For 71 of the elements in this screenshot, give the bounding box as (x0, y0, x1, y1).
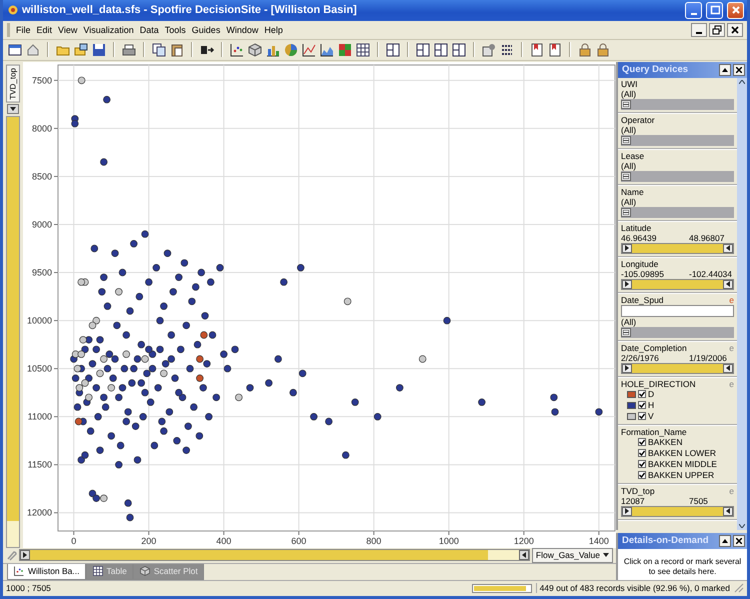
menu-item[interactable]: Guides (188, 24, 224, 35)
filter-marker: e (729, 294, 734, 305)
x-tick-label: 1200 (514, 536, 534, 546)
device-name: Longitude (621, 258, 658, 269)
filter-marker: e (729, 486, 734, 496)
option-label: BAKKEN UPPER (648, 470, 714, 480)
device-name: TVD_top (621, 486, 655, 496)
details-message: Click on a record or mark several to see details here. (622, 556, 742, 577)
x-axis-column-selector[interactable]: Flow_Gas_Value (532, 548, 613, 563)
device-name: UWI (621, 78, 638, 89)
y-tick-label: 10500 (26, 363, 52, 374)
device-value: (All) (621, 160, 638, 171)
range-max: 1/19/2006 (689, 352, 727, 363)
device-value: (All) (621, 316, 638, 327)
y-tick-label: 12000 (26, 508, 52, 518)
range-max: 48.96807 (689, 232, 724, 243)
x-tick-label: 0 (71, 536, 76, 546)
y-tick-label: 7500 (32, 75, 52, 86)
y-tick-label: 10000 (26, 315, 52, 326)
menu-item[interactable]: Data (136, 24, 162, 35)
x-tick-label: 200 (141, 536, 156, 546)
option-label: D (648, 389, 654, 400)
x-tick-label: 400 (216, 536, 232, 546)
menu-item[interactable]: View (55, 24, 80, 35)
cursor-coordinates: 1000 ; 7505 (6, 583, 52, 594)
y-tick-label: 11500 (28, 460, 52, 470)
y-axis-column-selector[interactable]: TVD_top (6, 64, 20, 102)
menu-item[interactable]: Tools (162, 24, 189, 35)
y-tick-label: 9500 (32, 267, 52, 278)
records-status: 449 out of 483 records visible (92.96 %), 0 marked (536, 583, 730, 594)
option-label: BAKKEN (648, 437, 682, 448)
range-max: 7505 (689, 496, 708, 506)
option-label: BAKKEN LOWER (648, 448, 716, 458)
option-label: V (648, 411, 654, 422)
device-value: (All) (621, 196, 638, 207)
device-name: Date_Completion (621, 342, 687, 353)
menu-item[interactable]: Help (261, 24, 286, 35)
panel-title: Details-on-Demand (622, 535, 710, 546)
filter-marker: e (729, 342, 734, 353)
device-name: Formation_Name (621, 426, 687, 437)
range-min: -105.09895 (621, 268, 666, 279)
x-tick-label: 600 (291, 536, 306, 546)
device-name: Lease (621, 150, 644, 161)
option-label: BAKKEN MIDDLE (648, 459, 717, 470)
y-tick-label: 9000 (32, 219, 52, 230)
y-tick-label: 11000 (28, 412, 52, 422)
menu-item[interactable]: File (13, 24, 34, 35)
menu-item[interactable]: Edit (34, 24, 56, 35)
filter-marker: e (729, 378, 734, 389)
y-tick-label: 8500 (32, 171, 52, 182)
x-tick-label: 800 (366, 536, 382, 546)
device-name: Date_Spud (621, 294, 664, 305)
x-tick-label: 1000 (438, 536, 459, 546)
range-min: 12087 (621, 496, 645, 506)
device-name: Operator (621, 114, 655, 125)
option-label: H (648, 400, 654, 410)
menu-item[interactable]: Visualization (80, 24, 137, 35)
device-name: HOLE_DIRECTION (621, 378, 696, 389)
device-value: (All) (621, 124, 636, 135)
panel-title: Query Devices (622, 64, 690, 76)
device-name: Latitude (621, 222, 652, 233)
device-value: (All) (621, 88, 638, 99)
range-min: 2/26/1976 (621, 352, 659, 363)
view-tab[interactable]: Williston Ba... (7, 564, 86, 580)
range-max: -102.44034 (689, 268, 732, 279)
x-tick-label: 1400 (588, 536, 609, 546)
device-name: Name (621, 186, 644, 197)
range-min: 46.96439 (621, 232, 658, 243)
window-title: williston_well_data.sfs - Spotfire DecisionSite - [Williston Basin] (22, 4, 358, 16)
y-tick-label: 8000 (32, 123, 52, 134)
menu-item[interactable]: Window (223, 24, 262, 35)
